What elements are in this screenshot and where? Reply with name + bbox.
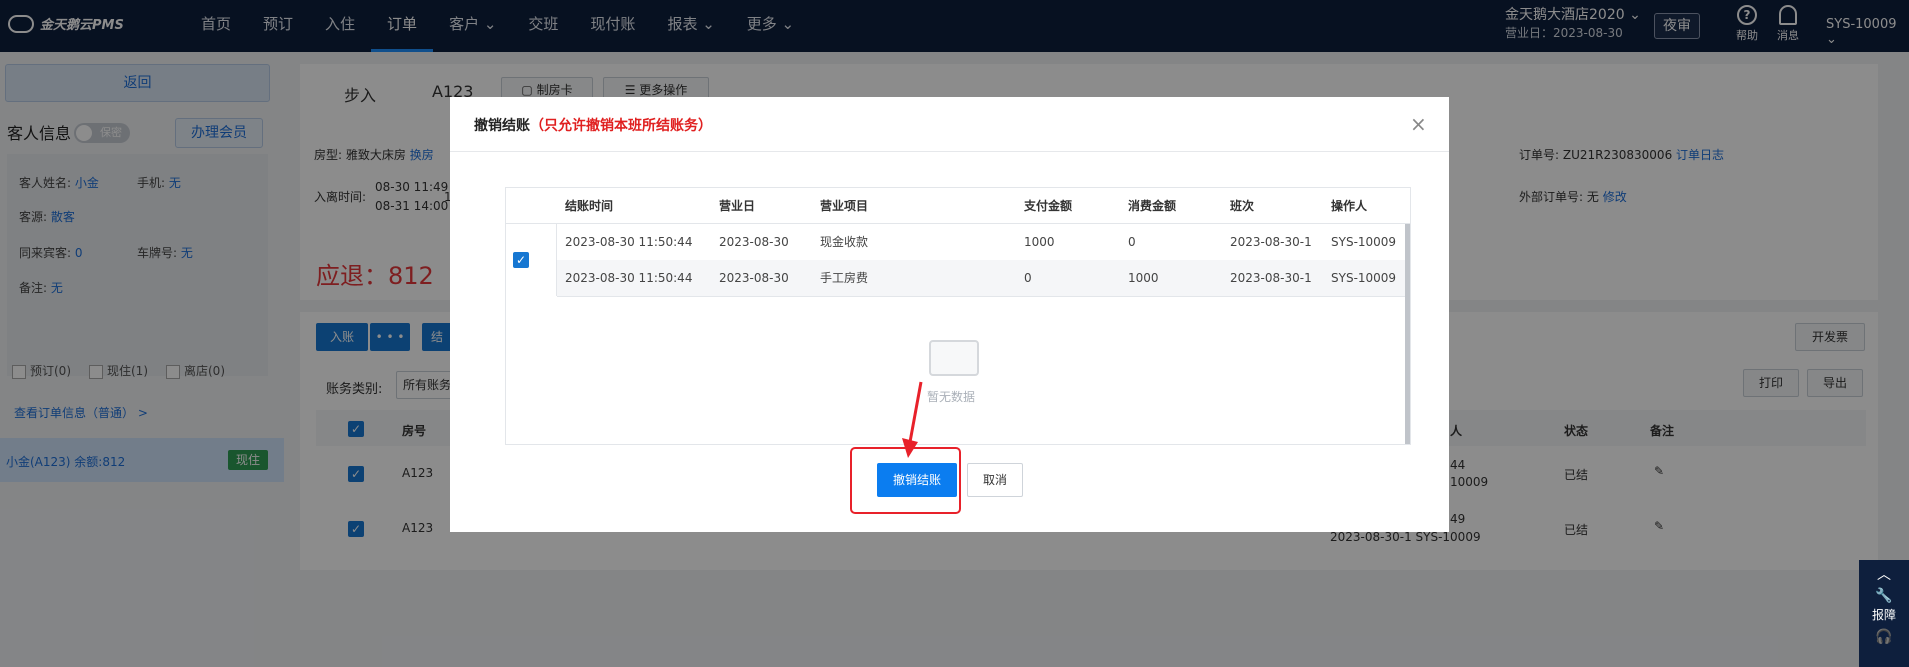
col-consumption-amount: 消费金额 (1128, 199, 1177, 213)
row2-shift: 2023-08-30-1 (1230, 271, 1312, 285)
table-scrollbar[interactable] (1405, 224, 1410, 444)
row1-business-date: 2023-08-30 (719, 235, 789, 249)
annotation-arrow (902, 381, 923, 458)
report-fault-button[interactable]: 报障 (1859, 606, 1909, 623)
col-business-item: 营业项目 (820, 199, 869, 213)
settlement-table: 结账时间 营业日 营业项目 支付金额 消费金额 班次 操作人 ✓ 2023-08… (505, 187, 1411, 445)
row1-business-item: 现金收款 (820, 235, 869, 249)
table-header (506, 188, 1410, 224)
row2-business-item: 手工房费 (820, 271, 869, 285)
row1-operator: SYS-10009 (1331, 235, 1397, 249)
dialog-title-text: 撤销结账 (474, 118, 530, 134)
empty-box-icon (929, 340, 979, 376)
wrench-icon: 🔧 (1875, 588, 1893, 604)
row1-settle-time: 2023-08-30 11:50:44 (565, 235, 693, 249)
dialog-warning: （只允许撤销本班所结账务） (530, 118, 712, 134)
close-icon[interactable]: × (1410, 112, 1427, 136)
row2-operator: SYS-10009 (1331, 271, 1397, 285)
scroll-top-icon[interactable]: ︿ (1859, 560, 1909, 584)
row1-consumption-amount: 0 (1128, 235, 1136, 249)
headset-icon[interactable]: 🎧 (1859, 629, 1909, 645)
row2-consumption-amount: 1000 (1128, 271, 1159, 285)
floating-toolbar: ︿ 🔧 报障 🎧 (1859, 560, 1909, 667)
row-group-checkbox[interactable]: ✓ (513, 252, 529, 268)
col-business-date: 营业日 (719, 199, 756, 213)
row-group-checkbox-cell: ✓ (506, 224, 557, 296)
row1-payment-amount: 1000 (1024, 235, 1055, 249)
row1-shift: 2023-08-30-1 (1230, 235, 1312, 249)
row2-payment-amount: 0 (1024, 271, 1032, 285)
row-divider (557, 296, 1410, 297)
col-operator: 操作人 (1331, 199, 1368, 213)
dialog-title: 撤销结账（只允许撤销本班所结账务） (474, 115, 712, 135)
cancel-button[interactable]: 取消 (967, 463, 1023, 497)
col-shift: 班次 (1230, 199, 1255, 213)
row2-settle-time: 2023-08-30 11:50:44 (565, 271, 693, 285)
dialog-header: 撤销结账（只允许撤销本班所结账务） × (450, 97, 1449, 152)
row2-business-date: 2023-08-30 (719, 271, 789, 285)
col-settle-time: 结账时间 (565, 199, 614, 213)
col-payment-amount: 支付金额 (1024, 199, 1073, 213)
